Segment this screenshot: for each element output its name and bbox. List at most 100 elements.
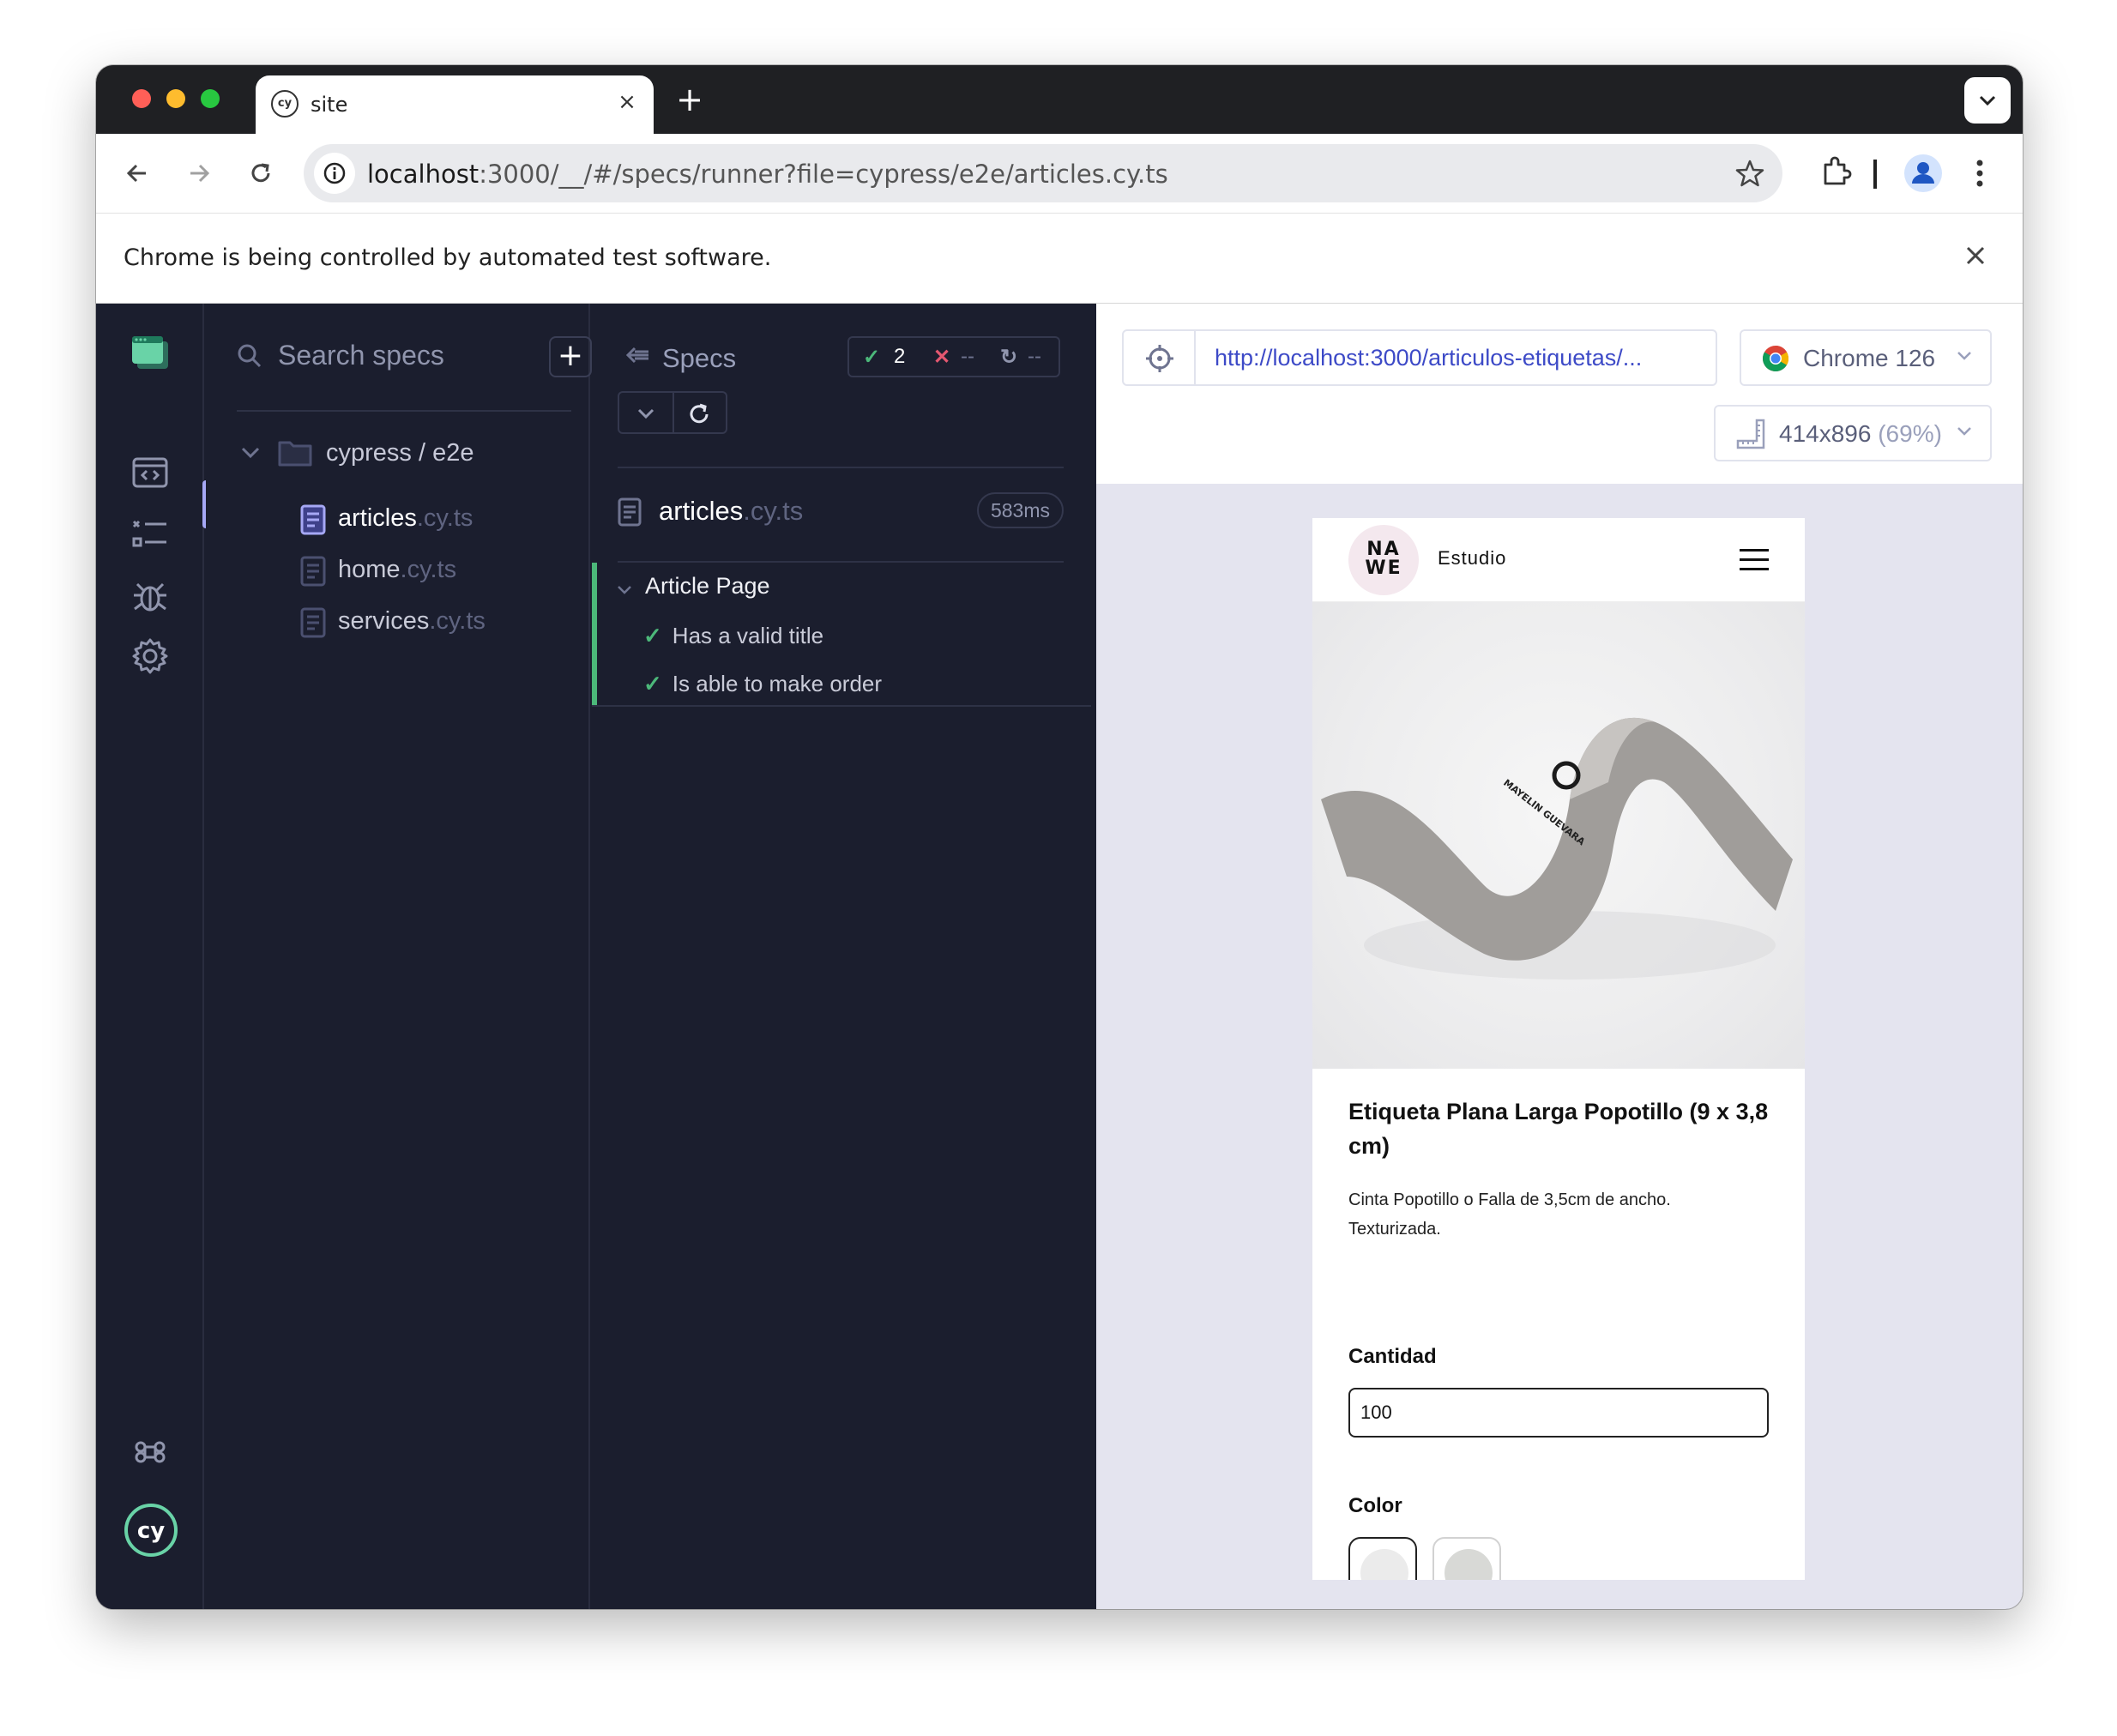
- chevron-down-icon: [1957, 427, 1971, 436]
- folder-icon: [278, 441, 312, 467]
- failed-count: --: [961, 345, 974, 368]
- suite-pass-bar: [592, 563, 597, 705]
- document-icon: [618, 497, 642, 527]
- extensions-puzzle-icon[interactable]: [1818, 154, 1853, 192]
- document-icon: [300, 607, 326, 638]
- quantity-input[interactable]: 100: [1348, 1388, 1769, 1438]
- spec-file-base: articles: [338, 504, 417, 532]
- tab-close-icon[interactable]: ×: [612, 87, 642, 117]
- reload-button[interactable]: [242, 154, 280, 192]
- arrow-right-icon: [190, 164, 210, 183]
- cypress-favicon-icon: cy: [271, 90, 299, 118]
- spec-file-ext: .cy.ts: [400, 556, 457, 583]
- browser-name: Chrome 126: [1803, 345, 1936, 371]
- chevron-down-icon: [241, 447, 260, 459]
- spec-file-name: home.cy.ts: [338, 556, 456, 584]
- close-window-button[interactable]: [132, 89, 151, 108]
- product-title: Etiqueta Plana Larga Popotillo (9 x 3,8 …: [1348, 1099, 1769, 1159]
- pending-spinner-icon: ↻: [1000, 346, 1018, 369]
- forward-button[interactable]: [180, 154, 218, 192]
- kebab-menu-icon[interactable]: [1971, 153, 1988, 197]
- chrome-icon: [1763, 346, 1789, 372]
- project-logo-icon[interactable]: [132, 336, 170, 374]
- rerun-reload-icon[interactable]: [686, 401, 712, 427]
- passed-count: 2: [894, 345, 906, 368]
- settings-gear-icon[interactable]: [130, 636, 170, 676]
- zoom-window-button[interactable]: [201, 89, 220, 108]
- debug-bug-icon[interactable]: [130, 576, 170, 616]
- reporter-specs-label[interactable]: Specs: [662, 343, 736, 374]
- address-path: :3000/__/#/specs/runner?file=cypress/e2e…: [479, 160, 1168, 189]
- browser-selector[interactable]: Chrome 126: [1740, 329, 1992, 386]
- left-nav: cy: [96, 304, 204, 1609]
- color-swatch[interactable]: [1432, 1537, 1501, 1580]
- address-bar[interactable]: localhost:3000/__/#/specs/runner?file=cy…: [304, 144, 1782, 202]
- color-swatch-dot: [1360, 1549, 1408, 1580]
- spec-file-row[interactable]: articles.cy.ts: [300, 501, 575, 539]
- spec-file-name: services.cy.ts: [338, 607, 486, 636]
- aut-header: http://localhost:3000/articulos-etiqueta…: [1096, 304, 2023, 484]
- test-suite[interactable]: Article Page ✓ Has a valid title ✓ Is able…: [592, 563, 1091, 707]
- search-specs-input[interactable]: Search specs: [278, 340, 444, 371]
- site-info-icon[interactable]: [314, 153, 355, 194]
- browser-toolbar: localhost:3000/__/#/specs/runner?file=cy…: [96, 134, 2023, 213]
- product-image: MAYELIN GUEVARA: [1312, 602, 1805, 1069]
- minimize-window-button[interactable]: [166, 89, 185, 108]
- suite-title: Article Page: [645, 573, 770, 599]
- reporter-controls: [618, 391, 727, 434]
- color-swatch-dot: [1445, 1549, 1493, 1580]
- cypress-logo-icon[interactable]: cy: [124, 1503, 178, 1558]
- spec-file-row[interactable]: services.cy.ts: [300, 604, 575, 642]
- pending-count: --: [1028, 345, 1041, 368]
- aut-url[interactable]: http://localhost:3000/articulos-etiqueta…: [1215, 345, 1642, 371]
- hamburger-menu-icon[interactable]: [1740, 549, 1769, 571]
- aut-url-bar[interactable]: http://localhost:3000/articulos-etiqueta…: [1122, 329, 1717, 386]
- viewport-size: 414x896 (69%): [1779, 420, 1942, 448]
- search-icon: [237, 343, 262, 372]
- infobar-close-icon[interactable]: [1963, 243, 1988, 272]
- running-spec-ext: .cy.ts: [743, 496, 804, 526]
- tab-search-button[interactable]: [1964, 77, 2011, 124]
- collapse-chevron-icon[interactable]: [635, 403, 657, 424]
- spec-search: Search specs +: [237, 304, 592, 412]
- ribbon-brand-logo: [1552, 761, 1581, 790]
- test-title: Has a valid title: [672, 623, 824, 648]
- viewport-scale: (69%): [1878, 420, 1942, 447]
- folder-label: cypress / e2e: [326, 439, 474, 467]
- chevron-down-icon: [1957, 352, 1971, 360]
- running-spec-name: articles.cy.ts: [659, 496, 803, 527]
- arrow-left-icon: [126, 164, 146, 183]
- keyboard-shortcuts-command-icon[interactable]: [130, 1432, 170, 1472]
- spec-file-row[interactable]: home.cy.ts: [300, 552, 575, 590]
- spec-duration-badge: 583ms: [976, 492, 1064, 528]
- command-reporter: Specs ✓ 2 ✕ -- ↻ -- articles.cy.ts 583ms: [592, 304, 1091, 1609]
- automation-infobar: Chrome is being controlled by automated …: [96, 213, 2023, 304]
- profile-avatar-icon[interactable]: [1903, 153, 1944, 197]
- reporter-divider: [618, 467, 1064, 468]
- address-url: localhost:3000/__/#/specs/runner?file=cy…: [367, 160, 1168, 189]
- cypress-app: cy Search specs + cypress / e2e articles…: [96, 304, 2023, 1609]
- aut-site-frame: NA WE Estudio MAYELIN GUEVARA Etiqueta P…: [1312, 518, 1805, 1580]
- passed-check-icon: ✓: [863, 346, 881, 369]
- site-logo-line1: NA: [1366, 539, 1401, 560]
- site-logo[interactable]: NA WE: [1348, 525, 1419, 595]
- reporter-controls-divider: [672, 393, 674, 432]
- spec-file-ext: .cy.ts: [429, 607, 486, 635]
- color-label: Color: [1348, 1494, 1402, 1517]
- chevron-down-icon: [618, 586, 631, 594]
- add-spec-button[interactable]: +: [549, 336, 592, 377]
- specs-nav-icon[interactable]: [130, 453, 170, 492]
- browser-tab[interactable]: cy site ×: [256, 75, 654, 134]
- test-item[interactable]: ✓ Is able to make order: [643, 671, 882, 697]
- back-button[interactable]: [118, 154, 156, 192]
- spec-file-name: articles.cy.ts: [338, 504, 473, 533]
- runs-nav-icon[interactable]: [130, 515, 170, 554]
- selector-playground-button[interactable]: [1124, 331, 1196, 384]
- color-swatch[interactable]: [1348, 1537, 1417, 1580]
- test-item[interactable]: ✓ Has a valid title: [643, 623, 823, 649]
- product-description: Cinta Popotillo o Falla de 3,5cm de anch…: [1348, 1190, 1671, 1239]
- bookmark-star-icon[interactable]: [1734, 158, 1765, 192]
- viewport-selector[interactable]: 414x896 (69%): [1714, 405, 1992, 461]
- new-tab-button[interactable]: +: [672, 83, 707, 118]
- site-brand[interactable]: Estudio: [1438, 547, 1506, 570]
